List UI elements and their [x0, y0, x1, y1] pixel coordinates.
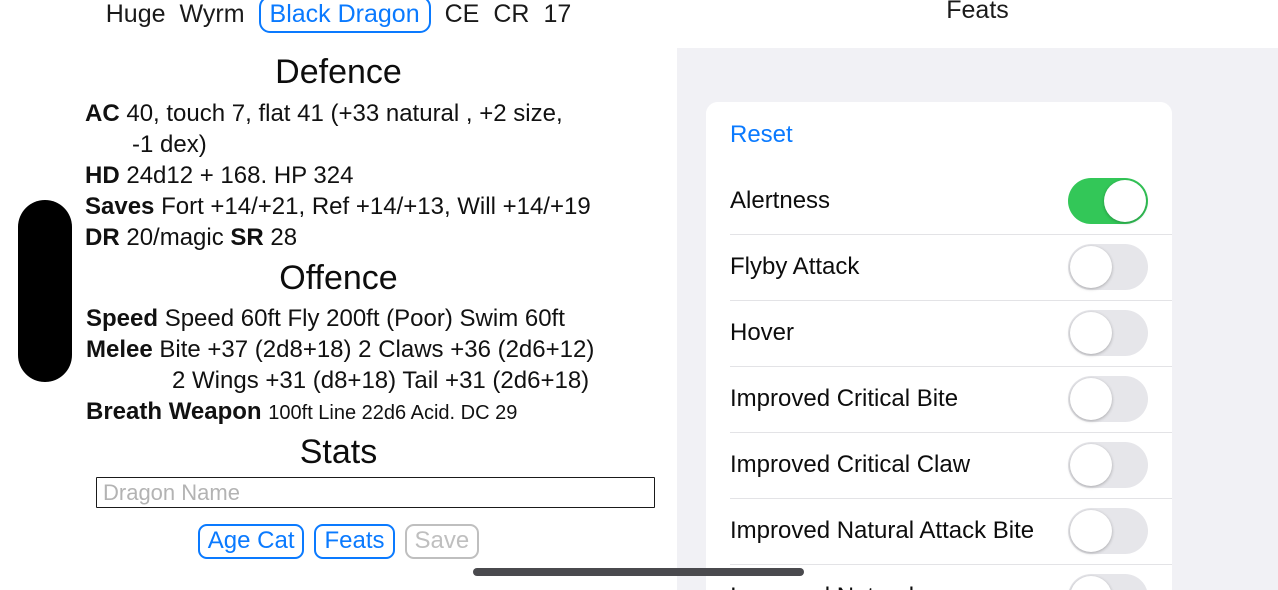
cr-value: 17 [543, 0, 572, 29]
stat-label-dr: DR [85, 224, 120, 251]
creature-header: Huge Wyrm Black Dragon CE CR 17 [0, 0, 677, 34]
stat-line-breath-weapon: Breath Weapon 100ft Line 22d6 Acid. DC 2… [0, 396, 677, 429]
creature-alignment: CE [444, 0, 480, 29]
feat-toggle-switch[interactable] [1068, 244, 1148, 290]
stat-label-sr: SR [230, 224, 264, 251]
stat-line-melee: Melee Bite +37 (2d8+18) 2 Claws +36 (2d6… [0, 334, 677, 365]
stat-value-breath-weapon: 100ft Line 22d6 Acid. DC 29 [268, 402, 518, 424]
stat-block-pane: Huge Wyrm Black Dragon CE CR 17 Defence … [0, 0, 677, 590]
stat-value-hd: 24d12 + 168. HP 324 [126, 162, 354, 189]
stat-value-dr: 20/magic [126, 224, 224, 251]
feat-toggle-switch[interactable] [1068, 442, 1148, 488]
stat-label-hd: HD [85, 162, 120, 189]
toggle-knob [1070, 510, 1112, 552]
feat-row[interactable]: Improved Critical Bite [706, 366, 1172, 432]
feats-button[interactable]: Feats [314, 524, 395, 560]
feat-label: Hover [730, 319, 795, 346]
dragon-name-input[interactable] [96, 477, 655, 508]
feats-pane: Feats Reset Alertness Flyby Attack Hover… [677, 0, 1278, 590]
save-button[interactable]: Save [404, 524, 480, 560]
toggle-knob [1070, 246, 1112, 288]
stat-value-ac: 40, touch 7, flat 41 (+33 natural , +2 s… [126, 100, 563, 127]
stat-line-ac: AC 40, touch 7, flat 41 (+33 natural , +… [0, 98, 677, 129]
stat-label-saves: Saves [85, 193, 155, 220]
stat-line-melee-cont: 2 Wings +31 (d8+18) Tail +31 (2d6+18) [0, 365, 677, 396]
feat-toggle-switch[interactable] [1068, 178, 1148, 224]
reset-link[interactable]: Reset [730, 121, 793, 149]
feat-toggle-switch[interactable] [1068, 574, 1148, 590]
stat-label-speed: Speed [86, 305, 159, 332]
stat-value-ac-cont: -1 dex) [132, 131, 207, 158]
toggle-knob [1104, 180, 1146, 222]
feat-label: Flyby Attack [730, 253, 860, 280]
home-indicator[interactable] [473, 568, 804, 576]
stat-value-melee: Bite +37 (2d8+18) 2 Claws +36 (2d6+12) [159, 336, 595, 363]
device-side-button-overlay [18, 200, 72, 382]
feat-label: Improved Critical Bite [730, 385, 959, 412]
stat-value-speed: Speed 60ft Fly 200ft (Poor) Swim 60ft [164, 305, 565, 332]
feats-pane-title: Feats [946, 0, 1009, 24]
age-category-button[interactable]: Age Cat [197, 524, 305, 560]
action-button-row: Age Cat Feats Save [0, 524, 677, 560]
feat-toggle-switch[interactable] [1068, 376, 1148, 422]
stat-label-melee: Melee [86, 336, 153, 363]
app-root: Huge Wyrm Black Dragon CE CR 17 Defence … [0, 0, 1278, 590]
cr-label: CR [493, 0, 530, 29]
stat-line-speed: Speed Speed 60ft Fly 200ft (Poor) Swim 6… [0, 303, 677, 334]
stat-label-breath-weapon: Breath Weapon [86, 398, 262, 425]
stat-line-ac-cont: -1 dex) [0, 129, 677, 160]
feat-row[interactable]: Improved Critical Claw [706, 432, 1172, 498]
toggle-knob [1070, 312, 1112, 354]
toggle-knob [1070, 378, 1112, 420]
feat-row[interactable]: Improved Natural Attack Bite [706, 498, 1172, 564]
offence-stats: Speed Speed 60ft Fly 200ft (Poor) Swim 6… [0, 303, 677, 429]
stats-heading: Stats [299, 433, 378, 471]
stat-label-ac: AC [85, 100, 120, 127]
feat-label: Improved Natural Attack Bite [730, 517, 1035, 544]
stat-value-sr: 28 [270, 224, 298, 251]
toggle-knob [1070, 576, 1112, 590]
stat-line-saves: Saves Fort +14/+21, Ref +14/+13, Will +1… [0, 191, 677, 222]
stat-line-hd: HD 24d12 + 168. HP 324 [0, 160, 677, 191]
feats-list-card: Reset Alertness Flyby Attack Hover Impro… [706, 102, 1172, 590]
stat-value-melee-cont: 2 Wings +31 (d8+18) Tail +31 (2d6+18) [172, 367, 590, 394]
feat-label: Improved Critical Claw [730, 451, 971, 478]
feat-row[interactable]: Alertness [706, 168, 1172, 234]
stat-value-saves: Fort +14/+21, Ref +14/+13, Will +14/+19 [161, 193, 591, 220]
defence-heading: Defence [275, 53, 402, 91]
feat-label: Alertness [730, 187, 831, 214]
defence-stats: AC 40, touch 7, flat 41 (+33 natural , +… [0, 98, 677, 253]
offence-heading: Offence [279, 259, 398, 297]
creature-age-category: Wyrm [179, 0, 245, 29]
feat-toggle-switch[interactable] [1068, 508, 1148, 554]
creature-type-button[interactable]: Black Dragon [258, 0, 431, 34]
creature-size: Huge [105, 0, 166, 29]
toggle-knob [1070, 444, 1112, 486]
stat-line-dr-sr: DR 20/magic SR 28 [0, 222, 677, 253]
feat-row[interactable]: Hover [706, 300, 1172, 366]
feat-toggle-switch[interactable] [1068, 310, 1148, 356]
feat-label: Improved Natural [730, 583, 1068, 590]
feats-reset-row[interactable]: Reset [706, 102, 1172, 168]
feat-row[interactable]: Flyby Attack [706, 234, 1172, 300]
